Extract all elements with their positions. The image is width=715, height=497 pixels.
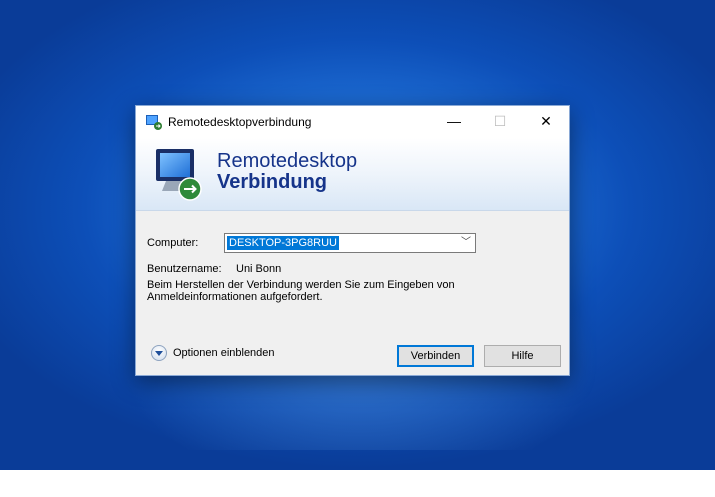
help-button[interactable]: Hilfe — [484, 345, 561, 367]
maximize-button[interactable]: ☐ — [477, 106, 523, 138]
minimize-button[interactable]: — — [431, 106, 477, 138]
show-options-label[interactable]: Optionen einblenden — [173, 347, 275, 359]
username-label: Benutzername: — [147, 263, 222, 275]
computer-input[interactable]: DESKTOP-3PG8RUU — [227, 236, 339, 250]
chevron-down-icon[interactable]: ﹀ — [461, 234, 471, 252]
info-text-line2: Anmeldeinformationen aufgefordert. — [147, 291, 323, 303]
info-text-line1: Beim Herstellen der Verbindung werden Si… — [147, 279, 455, 291]
header-banner: Remotedesktop Verbindung — [136, 138, 569, 211]
desktop-bottom-strip — [0, 470, 715, 497]
window-title: Remotedesktopverbindung — [168, 115, 312, 129]
username-value: Uni Bonn — [236, 263, 282, 275]
connect-button[interactable]: Verbinden — [397, 345, 474, 367]
banner-title-line1: Remotedesktop — [217, 150, 358, 172]
computer-combobox[interactable]: DESKTOP-3PG8RUU ﹀ — [224, 233, 476, 253]
computer-label: Computer: — [147, 237, 199, 249]
rdp-dialog: Remotedesktopverbindung — ☐ ✕ Remotedesk… — [135, 105, 570, 376]
remote-desktop-app-icon — [146, 115, 162, 130]
monitor-remote-icon — [156, 149, 202, 201]
banner-title-line2: Verbindung — [217, 171, 327, 193]
expand-options-icon[interactable] — [151, 345, 167, 361]
title-bar[interactable]: Remotedesktopverbindung — ☐ ✕ — [136, 106, 569, 138]
close-button[interactable]: ✕ — [523, 106, 569, 138]
